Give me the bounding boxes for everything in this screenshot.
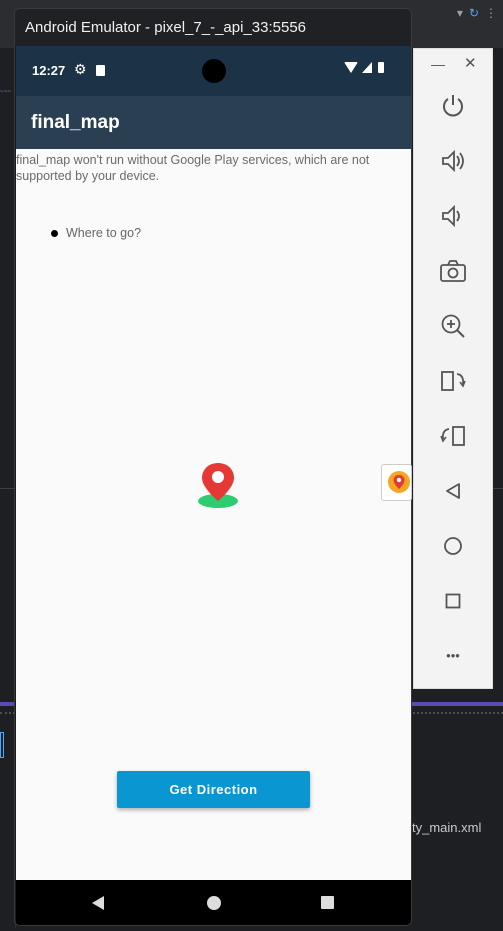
destination-field[interactable]: Where to go?: [51, 226, 141, 240]
bullet-icon: [51, 229, 58, 237]
power-button[interactable]: [438, 91, 468, 121]
emulator-titlebar[interactable]: Android Emulator - pixel_7_-_api_33:5556: [15, 9, 411, 46]
rotate-left-icon: [441, 371, 466, 391]
ide-toolbar-icons: ▾ ↻ ⋮: [457, 6, 497, 20]
volume-down-button[interactable]: [438, 201, 468, 231]
rotate-left-button[interactable]: [438, 366, 468, 396]
home-button[interactable]: [438, 531, 468, 561]
ide-menu-icon[interactable]: ⋮: [485, 6, 497, 20]
emulator-controls-panel: — ✕ •••: [413, 48, 493, 689]
desktop: ▾ ↻ ⋮ ~~~ ty_main.xml Android Emulator -…: [0, 0, 503, 931]
location-pin-icon: [388, 471, 410, 493]
nav-back-icon[interactable]: [92, 896, 104, 910]
destination-placeholder[interactable]: Where to go?: [66, 226, 141, 240]
emulator-window: Android Emulator - pixel_7_-_api_33:5556…: [14, 8, 412, 926]
wifi-icon: [344, 62, 358, 73]
screenshot-button[interactable]: [438, 256, 468, 286]
device-screen: 12:27 ⚙ final_map final_map won't run wi…: [16, 46, 411, 925]
status-bar: 12:27 ⚙: [16, 46, 411, 96]
map-pin-icon: [198, 463, 238, 508]
ide-file-tab[interactable]: ty_main.xml: [412, 820, 481, 835]
rotate-right-icon: [440, 426, 465, 446]
play-services-message: final_map won't run without Google Play …: [16, 153, 370, 183]
volume-up-icon: [442, 149, 464, 173]
zoom-button[interactable]: [438, 311, 468, 341]
minimize-button[interactable]: —: [431, 56, 445, 72]
camera-cutout: [202, 59, 226, 83]
home-circle-icon: [444, 537, 462, 555]
close-button[interactable]: ✕: [464, 54, 477, 72]
navigation-bar: [16, 880, 411, 925]
battery-icon: [378, 62, 384, 73]
status-icons: [344, 62, 384, 73]
ide-dropdown-icon[interactable]: ▾: [457, 6, 463, 20]
zoom-in-icon: [441, 314, 465, 338]
nav-recents-icon[interactable]: [321, 896, 334, 909]
app-bar: final_map: [16, 96, 411, 149]
rotate-right-button[interactable]: [438, 421, 468, 451]
location-extension-button[interactable]: [381, 464, 412, 501]
sd-card-icon: [96, 65, 105, 76]
more-button[interactable]: •••: [438, 641, 468, 671]
ide-tab-indicator[interactable]: [0, 732, 4, 758]
emulator-title: Android Emulator - pixel_7_-_api_33:5556: [25, 19, 307, 36]
back-triangle-icon: [446, 483, 460, 499]
ide-sync-icon[interactable]: ↻: [469, 6, 479, 20]
app-title: final_map: [31, 112, 120, 133]
get-direction-button[interactable]: Get Direction: [117, 771, 310, 808]
status-time: 12:27: [32, 63, 66, 78]
app-content: final_map won't run without Google Play …: [16, 149, 411, 880]
camera-icon: [440, 260, 466, 282]
settings-gear-icon: ⚙: [74, 61, 87, 77]
back-button[interactable]: [438, 476, 468, 506]
controls-header: — ✕: [414, 49, 494, 79]
signal-icon: [362, 62, 372, 73]
power-icon: [443, 95, 463, 117]
overview-button[interactable]: [438, 586, 468, 616]
nav-home-icon[interactable]: [207, 896, 221, 910]
overview-square-icon: [445, 593, 461, 609]
volume-down-icon: [442, 204, 460, 228]
volume-up-button[interactable]: [438, 146, 468, 176]
